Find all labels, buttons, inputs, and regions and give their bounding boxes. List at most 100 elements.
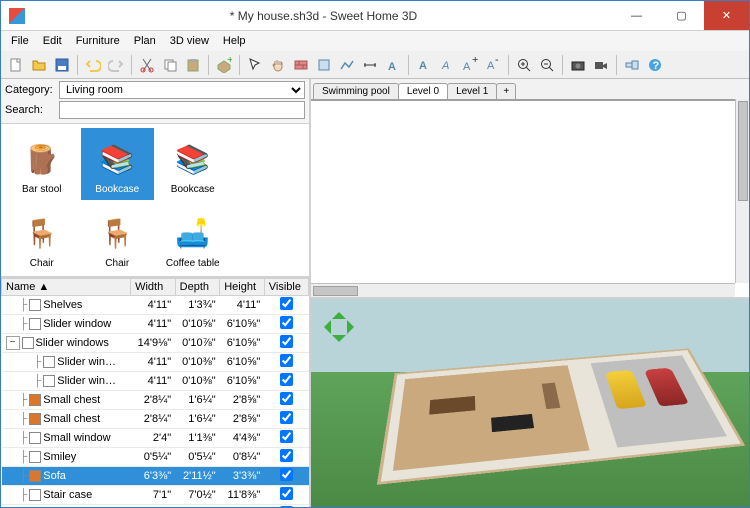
plan-tab[interactable]: Swimming pool: [313, 83, 399, 99]
search-label: Search:: [5, 104, 55, 116]
window-title: * My house.sh3d - Sweet Home 3D: [33, 9, 614, 23]
table-row[interactable]: ├Shelves4'11"1'3¾"4'11": [2, 296, 309, 315]
table-row[interactable]: ├Stair case7'1"7'0½"11'8⅜": [2, 486, 309, 505]
catalog-item[interactable]: 🪵Bar stool: [5, 128, 79, 200]
add-furniture-button[interactable]: +: [213, 54, 235, 76]
visible-checkbox[interactable]: [280, 316, 293, 329]
category-select[interactable]: Living room: [59, 81, 305, 99]
furniture-catalog[interactable]: 🪵Bar stool📚Bookcase📚Bookcase🪑Chair🪑Chair…: [1, 123, 309, 278]
svg-text:A: A: [463, 61, 471, 73]
visible-checkbox[interactable]: [280, 411, 293, 424]
3d-view[interactable]: [311, 299, 749, 507]
plan-canvas[interactable]: 0'12'24'36'48' 0'12' 16'5" 13'7" 20'6" 2…: [311, 99, 735, 101]
text-tool[interactable]: A: [382, 54, 404, 76]
table-row[interactable]: ├Swimming pool27'3½"11'1½"6'11⅜": [2, 505, 309, 508]
select-tool[interactable]: [244, 54, 266, 76]
paste-button[interactable]: [182, 54, 204, 76]
svg-text:A: A: [388, 61, 396, 73]
catalog-item[interactable]: 📚Bookcase: [156, 128, 230, 200]
redo-button[interactable]: [105, 54, 127, 76]
menu-help[interactable]: Help: [217, 33, 252, 49]
visible-checkbox[interactable]: [280, 373, 293, 386]
catalog-item-label: Bookcase: [171, 184, 215, 195]
catalog-item[interactable]: 🪑Chair: [81, 202, 155, 274]
zoom-in-button[interactable]: [513, 54, 535, 76]
catalog-thumbnail: 🪑: [98, 211, 136, 256]
close-button[interactable]: ✕: [704, 1, 749, 30]
col-height[interactable]: Height: [220, 279, 265, 296]
plan-view[interactable]: Swimming poolLevel 0Level 1+ 0'12'24'36'…: [311, 79, 749, 299]
col-width[interactable]: Width: [131, 279, 176, 296]
furniture-table[interactable]: Name ▲ Width Depth Height Visible ├Shelv…: [1, 278, 309, 507]
visible-checkbox[interactable]: [280, 297, 293, 310]
catalog-thumbnail: 🛋️: [174, 211, 212, 256]
visible-checkbox[interactable]: [280, 430, 293, 443]
visible-checkbox[interactable]: [280, 449, 293, 462]
visible-checkbox[interactable]: [280, 468, 293, 481]
add-level-button[interactable]: +: [496, 83, 516, 99]
menu-file[interactable]: File: [5, 33, 35, 49]
catalog-item[interactable]: [232, 202, 306, 274]
plan-tabs: Swimming poolLevel 0Level 1+: [311, 79, 749, 99]
col-name[interactable]: Name ▲: [2, 279, 131, 296]
undo-button[interactable]: [82, 54, 104, 76]
photo-button[interactable]: [567, 54, 589, 76]
tree-toggle[interactable]: −: [6, 336, 20, 350]
catalog-item[interactable]: 🪑Chair: [5, 202, 79, 274]
svg-text:A: A: [419, 60, 427, 72]
zoom-out-button[interactable]: [536, 54, 558, 76]
menu-3dview[interactable]: 3D view: [164, 33, 215, 49]
preferences-button[interactable]: [621, 54, 643, 76]
save-button[interactable]: [51, 54, 73, 76]
table-row[interactable]: −Slider windows14'9⅛"0'10⅞"6'10⅝": [2, 334, 309, 353]
scrollbar-horizontal[interactable]: [311, 283, 735, 297]
polyline-tool[interactable]: [336, 54, 358, 76]
maximize-button[interactable]: ▢: [659, 1, 704, 30]
open-button[interactable]: [28, 54, 50, 76]
visible-checkbox[interactable]: [280, 506, 293, 507]
menu-plan[interactable]: Plan: [128, 33, 162, 49]
visible-checkbox[interactable]: [280, 392, 293, 405]
wall-tool[interactable]: [290, 54, 312, 76]
menu-furniture[interactable]: Furniture: [70, 33, 126, 49]
table-row[interactable]: ├Smiley0'5¼"0'5¼"0'8¼": [2, 448, 309, 467]
help-button[interactable]: ?: [644, 54, 666, 76]
plan-tab[interactable]: Level 1: [447, 83, 497, 99]
table-row[interactable]: ├Sofa6'3⅜"2'11½"3'3⅜": [2, 467, 309, 486]
decrease-text-button[interactable]: A-: [482, 54, 504, 76]
catalog-thumbnail: [249, 148, 287, 193]
new-button[interactable]: [5, 54, 27, 76]
col-depth[interactable]: Depth: [175, 279, 220, 296]
visible-checkbox[interactable]: [280, 335, 293, 348]
plan-tab[interactable]: Level 0: [398, 83, 448, 99]
3d-house: [377, 349, 745, 485]
catalog-item[interactable]: 🛋️Coffee table: [156, 202, 230, 274]
pan-tool[interactable]: [267, 54, 289, 76]
cut-button[interactable]: [136, 54, 158, 76]
table-row[interactable]: ├Small window2'4"1'1⅜"4'4⅜": [2, 429, 309, 448]
italic-button[interactable]: A: [436, 54, 458, 76]
visible-checkbox[interactable]: [280, 487, 293, 500]
search-input[interactable]: [59, 101, 305, 119]
table-row[interactable]: ├Slider win…4'11"0'10⅜"6'10⅝": [2, 372, 309, 391]
category-label: Category:: [5, 84, 55, 96]
table-row[interactable]: ├Small chest2'8¼"1'6¼"2'8⅝": [2, 391, 309, 410]
visible-checkbox[interactable]: [280, 354, 293, 367]
menu-edit[interactable]: Edit: [37, 33, 68, 49]
3d-nav-control[interactable]: [317, 305, 361, 349]
col-visible[interactable]: Visible: [264, 279, 308, 296]
catalog-item[interactable]: 📚Bookcase: [81, 128, 155, 200]
catalog-item[interactable]: [232, 128, 306, 200]
room-tool[interactable]: [313, 54, 335, 76]
dimension-tool[interactable]: [359, 54, 381, 76]
table-row[interactable]: ├Small chest2'8¼"1'6¼"2'8⅝": [2, 410, 309, 429]
increase-text-button[interactable]: A+: [459, 54, 481, 76]
copy-button[interactable]: [159, 54, 181, 76]
bold-button[interactable]: A: [413, 54, 435, 76]
table-row[interactable]: ├Slider window4'11"0'10⅝"6'10⅝": [2, 315, 309, 334]
minimize-button[interactable]: —: [614, 1, 659, 30]
title-bar: * My house.sh3d - Sweet Home 3D — ▢ ✕: [1, 1, 749, 31]
scrollbar-vertical[interactable]: [735, 99, 749, 283]
table-row[interactable]: ├Slider win…4'11"0'10⅜"6'10⅝": [2, 353, 309, 372]
video-button[interactable]: [590, 54, 612, 76]
